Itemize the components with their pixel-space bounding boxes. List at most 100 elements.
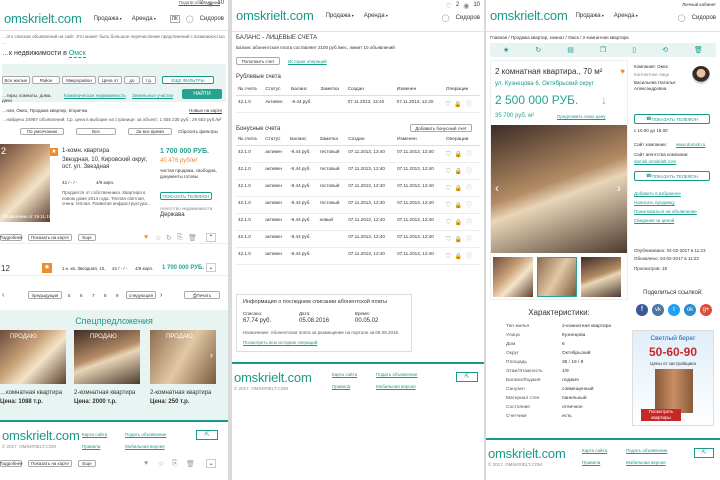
footer-sitemap[interactable]: Карта сайта [582, 448, 607, 453]
special-title[interactable]: …комнатная квартира [0, 390, 62, 396]
facebook-icon[interactable]: f [636, 304, 648, 316]
eye-icon[interactable]: ◉ [207, 0, 213, 8]
show-phone-button[interactable]: ПОКАЗАТЬ ТЕЛЕФОН [160, 192, 212, 200]
new-on-map-link[interactable]: Новые на карте [189, 108, 222, 113]
star-outline-icon[interactable]: ☆ [158, 460, 164, 468]
price-info-link[interactable]: Сведения за ценой [634, 218, 674, 223]
agency-name[interactable]: Держава [160, 212, 185, 218]
breadcrumb[interactable]: Главная / Продажа квартир, комнат / Омск… [490, 35, 629, 40]
heart-icon[interactable]: ♥ [144, 234, 148, 241]
nav-sale[interactable]: Продажа [326, 13, 354, 19]
footer-mobile[interactable]: Мобильная версия [125, 444, 165, 449]
footer-mobile[interactable]: Мобильная версия [376, 384, 416, 389]
star-icon[interactable]: ★ [42, 263, 52, 273]
filter-microdistrict[interactable]: Микрорайон [62, 76, 96, 84]
special-title[interactable]: 2-комнатная квартира [74, 390, 135, 396]
collapse-icon[interactable]: ⌃ [206, 233, 216, 242]
nav-rent[interactable]: Аренда [132, 16, 156, 22]
scroll-up-icon[interactable]: ⇱ [456, 372, 478, 382]
lock-icon[interactable]: 🔒 [454, 102, 461, 108]
next-arrow-icon[interactable]: › [210, 350, 213, 360]
sort-default[interactable]: По умолчанию [20, 128, 64, 135]
listing-photo[interactable] [0, 144, 50, 222]
agency-site-link[interactable]: domsk.omskrielt.com [634, 159, 676, 164]
table-row[interactable]: 42.1.0 активен -9.44 руб. тестовый 07.11.201… [236, 162, 480, 180]
link-icon[interactable]: ⎘ [172, 460, 178, 468]
show-phone-button-2[interactable]: ☎ ПОКАЗАТЬ ТЕЛЕФОН [634, 171, 710, 181]
details-button[interactable]: Подробнее [0, 460, 23, 467]
file-icon[interactable]: ▯ [632, 46, 636, 54]
shield-icon[interactable]: ⛉ [446, 220, 451, 226]
page-8[interactable]: 8 [104, 293, 107, 298]
listing-title[interactable]: 1-к. кв. Звездная, 10, [62, 266, 106, 271]
info-icon[interactable]: ⓘ [466, 169, 472, 175]
info-icon[interactable]: ⓘ [466, 186, 472, 192]
footer-sitemap[interactable]: Карта сайта [332, 372, 357, 377]
info-icon[interactable]: ⓘ [466, 237, 472, 243]
page-5[interactable]: 5 [68, 293, 71, 298]
ad-banner[interactable]: Светлый берег 50-60-90 Цены от застройщи… [632, 330, 714, 426]
page-9[interactable]: 9 [116, 293, 119, 298]
delete-icon[interactable]: 🗑 [694, 46, 703, 54]
city-select[interactable]: Омск [68, 50, 86, 58]
lock-icon[interactable]: 🔒 [454, 169, 461, 175]
refill-button[interactable]: Пополнить счет [236, 57, 280, 65]
refresh-icon[interactable]: ↻ [535, 46, 541, 54]
shield-icon[interactable]: ⛉ [446, 254, 451, 260]
expand-icon[interactable]: ⌄ [206, 263, 216, 272]
prev-arrow-icon[interactable]: ‹ [2, 292, 4, 299]
footer-mobile[interactable]: Мобильная версия [626, 460, 666, 465]
user-name[interactable]: Сидоров [200, 16, 224, 22]
ad-button[interactable]: Посмотреть квартиры [641, 409, 681, 421]
table-row[interactable]: 42.1.0 активен -9.44 руб. 07.11.2013, 12:40… [236, 247, 480, 265]
footer-rules[interactable]: Правила [332, 384, 350, 389]
filter-unit[interactable]: т.р. [142, 76, 156, 84]
find-button[interactable]: НАЙТИ [182, 89, 222, 99]
table-row[interactable]: 42.1.0 активен -9.44 руб. новый 07.11.2013, … [236, 213, 480, 231]
nav-rent[interactable]: Аренда [364, 13, 388, 19]
shield-icon[interactable]: ⛉ [446, 169, 451, 175]
delete-icon[interactable]: 🗑 [188, 234, 197, 242]
thumbnail[interactable] [581, 257, 621, 297]
filter-price-from[interactable]: Цена от [98, 76, 122, 84]
nav-rent[interactable]: Аренда [614, 13, 638, 19]
footer-rules[interactable]: Правила [582, 460, 600, 465]
delete-icon[interactable]: 🗑 [186, 460, 195, 468]
info-icon[interactable]: ⓘ [466, 152, 472, 158]
info-icon[interactable]: ⓘ [466, 203, 472, 209]
sort-period[interactable]: За все время [128, 128, 172, 135]
special-title[interactable]: 2-комнатная квартира [150, 390, 211, 396]
tab-land[interactable]: Земельные участки [132, 93, 173, 98]
footer-logo[interactable]: omskrielt.com [488, 446, 566, 461]
shield-icon[interactable]: ⛉ [446, 203, 451, 209]
lock-icon[interactable]: 🔒 [454, 254, 461, 260]
lock-icon[interactable]: 🔒 [454, 203, 461, 209]
show-phone-button[interactable]: ☎ ПОКАЗАТЬ ТЕЛЕФОН [634, 114, 710, 124]
user-icon[interactable]: ◯ [442, 14, 450, 22]
more-filters-button[interactable]: ЕЩЕ ФИЛЬТРЫ [162, 76, 214, 84]
offer-price-link[interactable]: Предложить свою цену [557, 114, 606, 119]
heart-icon[interactable]: ♥ [620, 67, 625, 76]
expand-icon[interactable]: ⌄ [206, 459, 216, 468]
next-page[interactable]: следующая [126, 291, 156, 299]
more-button[interactable]: Еще [78, 460, 96, 467]
gplus-icon[interactable]: g+ [700, 304, 712, 316]
shield-icon[interactable]: ⛉ [446, 186, 451, 192]
scroll-up-icon[interactable]: ⇱ [196, 430, 218, 440]
print-button[interactable]: ⎙ Печать [184, 291, 220, 299]
tab-commercial[interactable]: Коммерческая недвижимость [64, 93, 126, 98]
tab-residential[interactable]: …тиры, комнаты, дома, дачи [2, 93, 58, 103]
star-icon[interactable]: ★ [50, 148, 58, 156]
sort-all[interactable]: Все [76, 128, 116, 135]
history-icon[interactable]: ⟲ [662, 46, 668, 54]
user-icon[interactable]: ◯ [186, 15, 194, 23]
table-row[interactable]: 42.1.0 активен -9.44 руб. тестовый 07.11.201… [236, 179, 480, 197]
ok-icon[interactable]: ok [684, 304, 696, 316]
prev-photo-icon[interactable]: ‹ [495, 181, 499, 195]
footer-post-ad[interactable]: Подать объявление [626, 448, 667, 453]
user-icon[interactable]: ◯ [678, 14, 686, 22]
table-row[interactable]: 42.1.0 активен -9.44 руб. тестовый 07.11.201… [236, 145, 480, 163]
footer-post-ad[interactable]: Подать объявление [376, 372, 417, 377]
history-link[interactable]: История операций [288, 59, 327, 64]
shield-icon[interactable]: ⛉ [446, 102, 451, 108]
